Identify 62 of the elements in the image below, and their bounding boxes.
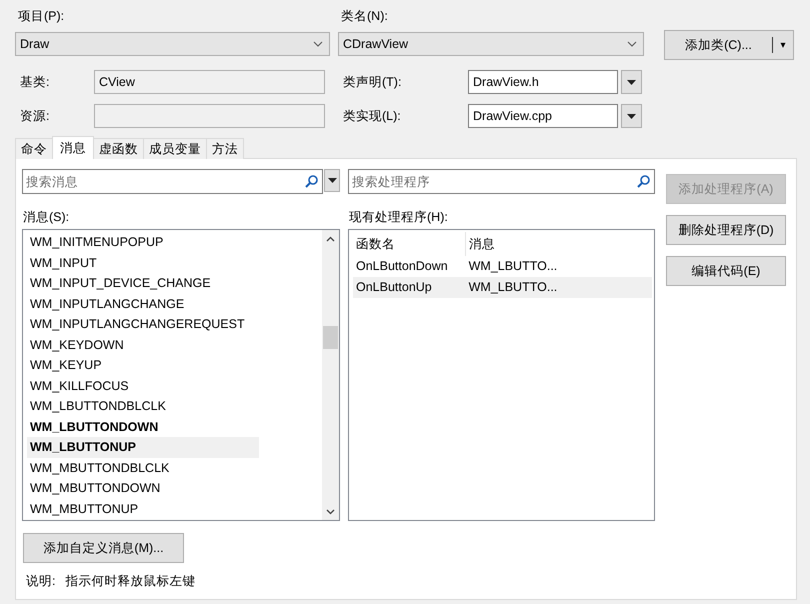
add-custom-message-button[interactable]: 添加自定义消息(M)... (23, 533, 184, 563)
field-label: 基类: (19, 74, 50, 90)
message-item[interactable]: WM_INPUT (27, 252, 259, 273)
message-item[interactable]: WM_INITMENUPOPUP (27, 232, 259, 252)
message-item[interactable]: WM_KEYUP (27, 355, 259, 376)
triangle-down-icon (627, 114, 636, 118)
search-icon (637, 175, 650, 188)
table-cell-text: OnLButtonUp (355, 279, 433, 296)
handler-row[interactable]: OnLButtonDown WM_LBUTTO... (353, 256, 652, 277)
message-item[interactable]: WM_KEYDOWN (27, 334, 259, 355)
field-label: 类名(N): (341, 8, 389, 24)
field-label: 类实现(L): (342, 108, 402, 124)
triangle-down-icon (328, 178, 336, 183)
message-item[interactable]: WM_MBUTTONUP (27, 498, 259, 519)
message-item[interactable]: WM_LBUTTONUP (27, 437, 259, 458)
handler-row[interactable]: OnLButtonUp WM_LBUTTO... (353, 277, 652, 298)
field-label: 项目(P): (18, 8, 66, 24)
column-header[interactable]: 消息 (466, 232, 644, 256)
search-field[interactable]: 搜索消息 (22, 169, 323, 194)
scrollbar-thumb[interactable] (323, 326, 338, 349)
column-header[interactable]: 函数名 (353, 232, 466, 256)
triangle-down-icon (627, 80, 636, 84)
message-item[interactable]: WM_MBUTTONDOWN (27, 478, 259, 498)
table-cell-text: OnLButtonDown (355, 258, 449, 275)
tab[interactable]: 虚函数 (93, 138, 144, 159)
list-label: 现有处理程序(H): (349, 209, 449, 225)
message-item[interactable]: WM_LBUTTONDOWN (27, 416, 259, 437)
base-class-field[interactable]: CView (94, 70, 325, 94)
search-icon (305, 175, 318, 188)
dropdown-button[interactable] (621, 104, 642, 128)
action-button[interactable]: 删除处理程序(D) (666, 215, 786, 245)
message-item[interactable]: WM_KILLFOCUS (27, 376, 259, 396)
search-field[interactable]: 搜索处理程序 (348, 169, 655, 194)
dropdown-button[interactable] (621, 70, 642, 94)
resource-field[interactable] (94, 104, 325, 128)
dropdown-button[interactable] (324, 169, 340, 192)
project-dropdown[interactable]: Draw (15, 32, 330, 56)
table-cell-text: WM_LBUTTO... (468, 279, 558, 296)
scrollbar[interactable] (322, 230, 339, 520)
message-item[interactable]: WM_INPUT_DEVICE_CHANGE (27, 273, 259, 294)
list-label: 消息(S): (23, 209, 70, 225)
field-label: 资源: (19, 108, 50, 124)
chevron-down-icon (627, 41, 637, 47)
tab[interactable]: 消息 (52, 136, 94, 159)
tab[interactable]: 命令 (15, 138, 53, 159)
description-label: 说明: (26, 573, 56, 590)
message-item[interactable]: WM_MBUTTONDBLCLK (27, 458, 259, 478)
source-file-field[interactable]: DrawView.cpp (468, 104, 618, 128)
table-cell-text: WM_LBUTTO... (468, 258, 558, 275)
message-item[interactable]: WM_LBUTTONDBLCLK (27, 396, 259, 416)
chevron-down-icon (313, 41, 323, 47)
chevron-up-icon (326, 236, 335, 242)
header-file-field[interactable]: DrawView.h (468, 70, 618, 94)
message-item[interactable]: WM_INPUTLANGCHANGE (27, 294, 259, 314)
action-button[interactable]: 编辑代码(E) (666, 256, 786, 286)
tab[interactable]: 方法 (206, 138, 244, 159)
message-item[interactable]: WM_INPUTLANGCHANGEREQUEST (27, 314, 259, 334)
field-label: 类声明(T): (342, 74, 402, 90)
description-text: 指示何时释放鼠标左键 (65, 573, 196, 590)
class-name-dropdown[interactable]: CDrawView (338, 32, 644, 56)
chevron-down-icon (326, 509, 335, 515)
tab[interactable]: 成员变量 (143, 138, 207, 159)
